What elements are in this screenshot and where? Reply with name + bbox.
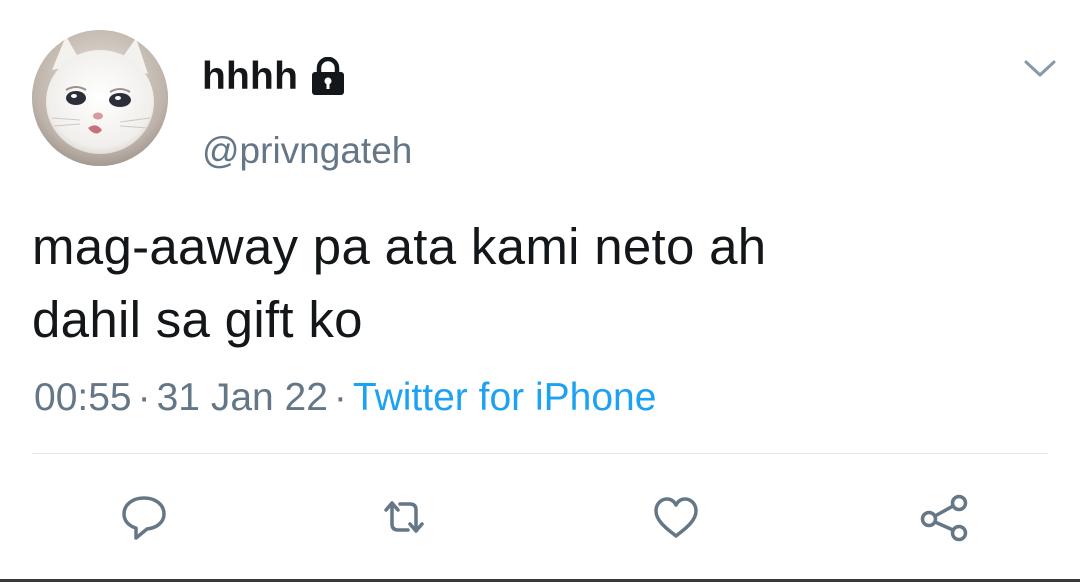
chevron-down-icon [1018, 50, 1062, 86]
like-button[interactable] [648, 490, 704, 546]
more-options-button[interactable] [1018, 50, 1062, 86]
tweet-text: mag-aaway pa ata kami neto ah dahil sa g… [32, 210, 1052, 356]
tweet-meta: 00:55 · 31 Jan 22 · Twitter for iPhone [34, 374, 656, 422]
divider [32, 453, 1048, 454]
display-name[interactable]: hhhh [202, 54, 298, 100]
tweet-time: 00:55 [34, 376, 132, 419]
heart-icon [648, 490, 704, 546]
avatar-cat-image [32, 30, 168, 166]
meta-separator: · [333, 376, 347, 419]
avatar[interactable] [32, 30, 168, 166]
tweet-date: 31 Jan 22 [156, 376, 328, 419]
user-handle[interactable]: @privngateh [202, 128, 412, 174]
reply-icon [116, 490, 172, 546]
reply-button[interactable] [116, 490, 172, 546]
action-bar [0, 490, 1080, 546]
retweet-button[interactable] [376, 490, 432, 546]
tweet-text-line: mag-aaway pa ata kami neto ah [32, 218, 767, 275]
tweet-source-link[interactable]: Twitter for iPhone [353, 376, 656, 419]
lock-icon [310, 57, 346, 97]
display-name-row: hhhh [202, 54, 346, 100]
meta-separator: · [137, 376, 151, 419]
retweet-icon [376, 490, 432, 546]
tweet-text-line: dahil sa gift ko [32, 291, 363, 348]
share-icon [916, 490, 972, 546]
share-button[interactable] [916, 490, 972, 546]
